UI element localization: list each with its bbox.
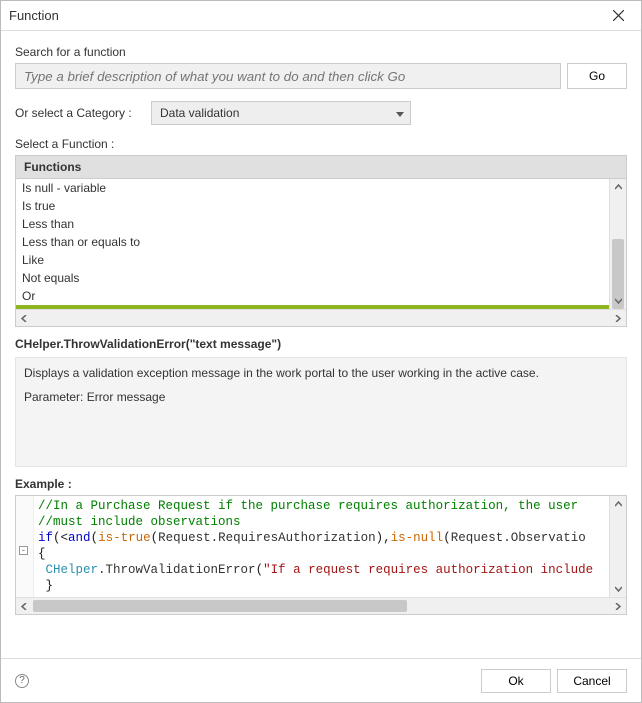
scroll-right-icon[interactable] xyxy=(609,310,626,326)
category-label: Or select a Category : xyxy=(15,106,145,120)
scroll-down-icon[interactable] xyxy=(610,292,626,309)
fold-icon[interactable]: - xyxy=(19,546,28,555)
functions-hscrollbar[interactable] xyxy=(16,309,626,326)
close-icon xyxy=(613,10,624,21)
scroll-down-icon[interactable] xyxy=(610,580,626,597)
function-item[interactable]: Is true xyxy=(16,197,609,215)
category-selected: Data validation xyxy=(160,106,239,120)
functions-list[interactable]: Is null - variableIs trueLess thanLess t… xyxy=(16,179,609,309)
window-title: Function xyxy=(9,8,59,23)
dialog-content: Search for a function Go Or select a Cat… xyxy=(1,31,641,658)
category-dropdown[interactable]: Data validation xyxy=(151,101,411,125)
scroll-up-icon[interactable] xyxy=(610,179,626,196)
scroll-up-icon[interactable] xyxy=(610,496,626,513)
dialog-footer: ? Ok Cancel xyxy=(1,658,641,702)
function-item[interactable]: Less than xyxy=(16,215,609,233)
description-text: Displays a validation exception message … xyxy=(24,366,618,380)
close-button[interactable] xyxy=(603,1,633,31)
code-vscrollbar[interactable] xyxy=(609,496,626,597)
code-area[interactable]: //In a Purchase Request if the purchase … xyxy=(34,496,609,597)
functions-header: Functions xyxy=(16,156,626,179)
chevron-down-icon xyxy=(396,106,404,120)
code-hscrollbar[interactable] xyxy=(16,597,626,614)
functions-listbox: Functions Is null - variableIs trueLess … xyxy=(15,155,627,327)
function-item[interactable]: Less than or equals to xyxy=(16,233,609,251)
example-label: Example : xyxy=(15,477,627,491)
function-signature: CHelper.ThrowValidationError("text messa… xyxy=(15,337,627,351)
function-item[interactable]: Not equals xyxy=(16,269,609,287)
scroll-right-icon[interactable] xyxy=(609,598,626,614)
function-item[interactable]: Or xyxy=(16,287,609,305)
ok-button[interactable]: Ok xyxy=(481,669,551,693)
example-codebox: - //In a Purchase Request if the purchas… xyxy=(15,495,627,615)
search-label: Search for a function xyxy=(15,45,627,59)
function-dialog: Function Search for a function Go Or sel… xyxy=(0,0,642,703)
go-button[interactable]: Go xyxy=(567,63,627,89)
function-item[interactable]: Is null - variable xyxy=(16,179,609,197)
titlebar: Function xyxy=(1,1,641,31)
function-item[interactable]: Like xyxy=(16,251,609,269)
scroll-left-icon[interactable] xyxy=(16,310,33,326)
description-box: Displays a validation exception message … xyxy=(15,357,627,467)
scroll-left-icon[interactable] xyxy=(16,598,33,614)
cancel-button[interactable]: Cancel xyxy=(557,669,627,693)
help-button[interactable]: ? xyxy=(15,674,29,688)
search-input[interactable] xyxy=(15,63,561,89)
code-gutter: - xyxy=(16,496,34,597)
functions-vscrollbar[interactable] xyxy=(609,179,626,309)
functions-label: Select a Function : xyxy=(15,137,627,151)
description-param: Parameter: Error message xyxy=(24,390,618,404)
